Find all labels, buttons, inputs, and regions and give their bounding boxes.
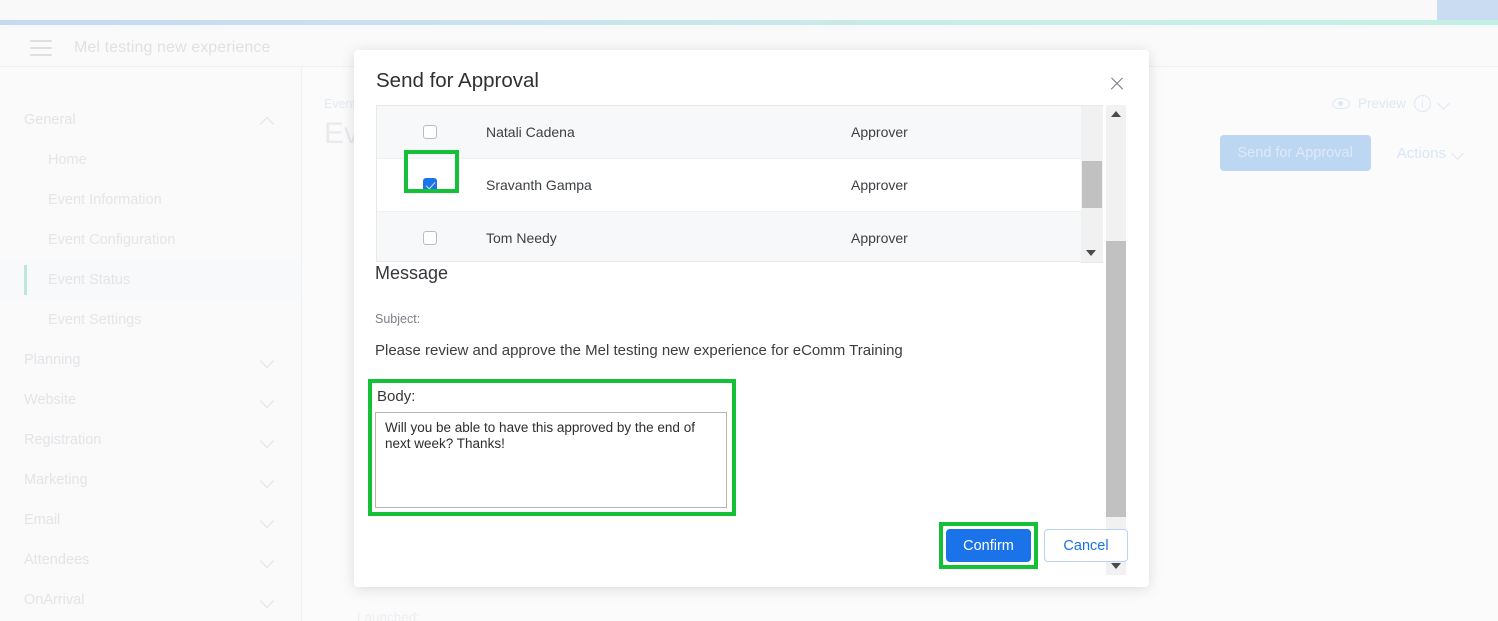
approver-name: Natali Cadena: [486, 124, 575, 140]
approver-name: Tom Needy: [486, 230, 557, 246]
chevron-down-icon[interactable]: [1439, 97, 1452, 110]
sidebar-group-label: Attendees: [24, 552, 90, 568]
sidebar-navigation: General Home Event Information Event Con…: [0, 67, 302, 621]
chevron-down-icon: [261, 593, 275, 607]
sidebar-group-label: Marketing: [24, 472, 88, 488]
chevron-down-icon: [261, 433, 275, 447]
subject-text: Please review and approve the Mel testin…: [375, 342, 903, 359]
approver-checkbox[interactable]: [422, 125, 437, 139]
chevron-down-icon: [261, 393, 275, 407]
sidebar-item-label: Event Status: [48, 272, 131, 288]
scroll-arrow-up-icon[interactable]: [1106, 105, 1126, 123]
confirm-button[interactable]: Confirm: [946, 529, 1031, 562]
sidebar-group-label: Registration: [24, 432, 102, 448]
info-circle-icon[interactable]: i: [1414, 95, 1431, 112]
sidebar-item-label: Home: [48, 152, 87, 168]
sidebar-group-label: Website: [24, 392, 77, 408]
app-root: Mel testing new experience General Home …: [0, 0, 1498, 621]
subject-label: Subject:: [375, 312, 421, 326]
body-field-group: Body:: [368, 379, 736, 516]
chevron-down-icon: [261, 473, 275, 487]
message-section-heading: Message: [375, 263, 449, 283]
actions-label: Actions: [1396, 144, 1446, 162]
chevron-up-icon: [261, 113, 275, 127]
approver-role: Approver: [851, 230, 908, 246]
sidebar-item-label: Event Information: [48, 192, 162, 208]
sidebar-group-onarrival[interactable]: OnArrival: [0, 580, 301, 620]
sidebar-group-marketing[interactable]: Marketing: [0, 460, 301, 500]
approver-list-scrollbar-thumb[interactable]: [1082, 161, 1102, 208]
modal-title: Send for Approval: [376, 69, 539, 92]
chevron-down-icon: [261, 513, 275, 527]
cancel-button[interactable]: Cancel: [1044, 529, 1128, 562]
chevron-down-icon: [261, 553, 275, 567]
approver-name: Sravanth Gampa: [486, 177, 592, 193]
launched-label: Launched:: [357, 610, 421, 621]
table-row[interactable]: Natali Cadena Approver: [377, 106, 1081, 159]
sidebar-group-general[interactable]: General: [0, 100, 301, 140]
page-action-bar: Send for Approval Actions: [1219, 135, 1466, 171]
body-label: Body:: [377, 388, 416, 405]
browser-top-right-block: [1437, 0, 1498, 20]
table-row[interactable]: Tom Needy Approver: [377, 212, 1081, 261]
approver-checkbox-cell: [377, 125, 482, 139]
send-for-approval-modal: Send for Approval Natali Cadena Approver…: [354, 50, 1149, 587]
sidebar-group-label: OnArrival: [24, 592, 85, 608]
approver-role: Approver: [851, 124, 908, 140]
modal-scrollbar[interactable]: [1106, 105, 1126, 575]
approver-checkbox-cell: [377, 231, 482, 245]
sidebar-group-email[interactable]: Email: [0, 500, 301, 540]
sidebar-item-label: Event Settings: [48, 312, 142, 328]
approver-checkbox[interactable]: [422, 178, 437, 192]
sidebar-group-label: Planning: [24, 352, 81, 368]
approver-checkbox[interactable]: [422, 231, 437, 245]
sidebar-item-event-configuration[interactable]: Event Configuration: [0, 220, 301, 260]
sidebar-group-attendees[interactable]: Attendees: [0, 540, 301, 580]
sidebar-group-website[interactable]: Website: [0, 380, 301, 420]
browser-top-strip: [0, 0, 1498, 20]
breadcrumb[interactable]: Event: [324, 97, 356, 111]
sidebar-group-registration[interactable]: Registration: [0, 420, 301, 460]
sidebar-item-label: Event Configuration: [48, 232, 176, 248]
close-x-icon[interactable]: [1107, 74, 1127, 94]
approver-list: Natali Cadena Approver Sravanth Gampa Ap…: [376, 105, 1081, 262]
body-textarea[interactable]: [375, 412, 727, 508]
approver-list-scrollbar[interactable]: [1081, 105, 1103, 263]
approver-role: Approver: [851, 177, 908, 193]
preview-controls: Preview i: [1331, 95, 1452, 112]
actions-dropdown[interactable]: Actions: [1397, 145, 1466, 162]
table-row[interactable]: Sravanth Gampa Approver: [377, 159, 1081, 212]
scroll-arrow-down-icon[interactable]: [1081, 244, 1101, 262]
sidebar-item-event-information[interactable]: Event Information: [0, 180, 301, 220]
chevron-down-icon: [1453, 147, 1466, 160]
sidebar-item-event-settings[interactable]: Event Settings: [0, 300, 301, 340]
eye-icon[interactable]: [1331, 98, 1350, 109]
sidebar-group-planning[interactable]: Planning: [0, 340, 301, 380]
sidebar-item-event-status[interactable]: Event Status: [0, 260, 301, 300]
app-title: Mel testing new experience: [74, 38, 271, 56]
chevron-down-icon: [261, 353, 275, 367]
sidebar-group-label: General: [24, 112, 76, 128]
sidebar-item-home[interactable]: Home: [0, 140, 301, 180]
hamburger-menu-icon[interactable]: [30, 39, 52, 56]
preview-label[interactable]: Preview: [1358, 96, 1406, 111]
send-for-approval-button[interactable]: Send for Approval: [1219, 135, 1371, 171]
approver-checkbox-cell: [377, 178, 482, 192]
modal-scrollbar-thumb[interactable]: [1106, 241, 1126, 517]
sidebar-group-label: Email: [24, 512, 61, 528]
